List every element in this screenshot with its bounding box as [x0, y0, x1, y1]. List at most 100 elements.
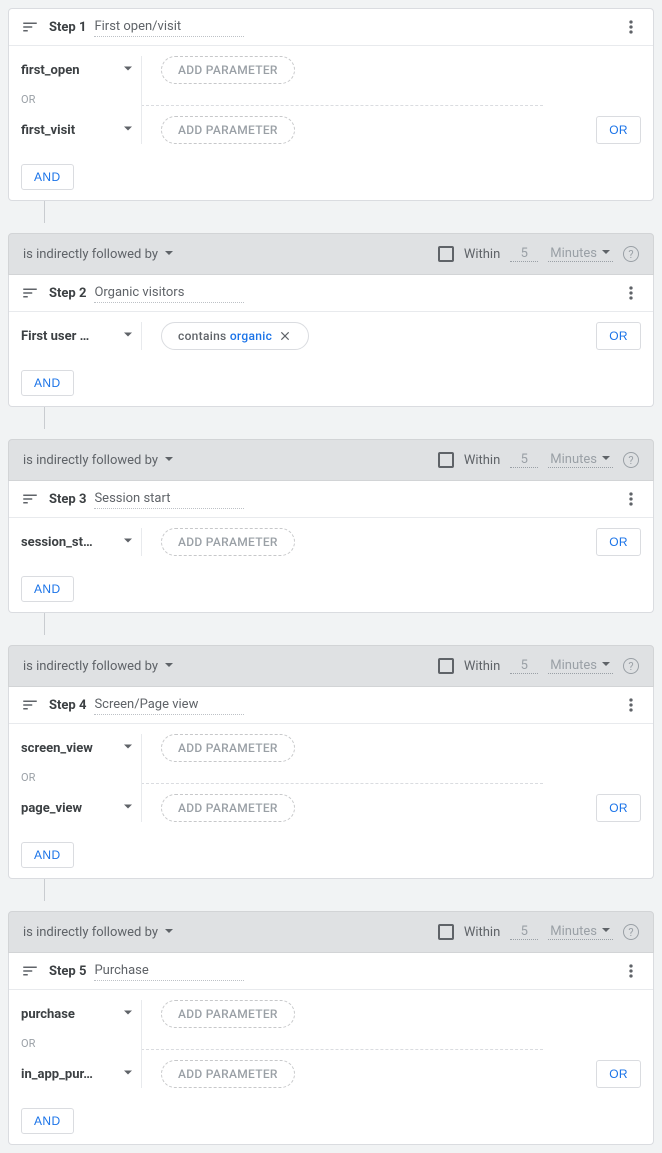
- within-checkbox[interactable]: [438, 658, 454, 674]
- dimension-name: first_open: [21, 63, 80, 78]
- chevron-down-icon: [123, 536, 133, 546]
- sort-icon: [21, 962, 39, 980]
- within-checkbox[interactable]: [438, 246, 454, 262]
- followed-by-select[interactable]: is indirectly followed by: [23, 453, 273, 468]
- time-unit-select[interactable]: Minutes: [548, 924, 613, 940]
- dimension-select[interactable]: purchase: [21, 1006, 141, 1021]
- or-separator: OR: [9, 1038, 653, 1049]
- chevron-down-icon: [164, 926, 174, 936]
- add-parameter-chip[interactable]: ADD PARAMETER: [161, 116, 295, 144]
- connector-line: [44, 201, 654, 223]
- step-label: Step 2: [49, 286, 86, 301]
- and-button[interactable]: AND: [21, 164, 74, 190]
- and-row: AND: [9, 154, 653, 200]
- parameter-chip[interactable]: contains organic: [161, 322, 309, 350]
- followed-by-bar: is indirectly followed by Within 5 Minut…: [8, 233, 654, 275]
- or-button[interactable]: OR: [596, 794, 641, 822]
- dimension-select[interactable]: in_app_pur…: [21, 1066, 141, 1081]
- within-value[interactable]: 5: [510, 924, 538, 940]
- help-icon[interactable]: ?: [623, 452, 639, 468]
- time-unit-select[interactable]: Minutes: [548, 658, 613, 674]
- followed-by-bar: is indirectly followed by Within 5 Minut…: [8, 911, 654, 953]
- and-button[interactable]: AND: [21, 370, 74, 396]
- followed-by-label: is indirectly followed by: [23, 925, 158, 940]
- more-vert-icon[interactable]: [621, 489, 641, 509]
- followed-by-select[interactable]: is indirectly followed by: [23, 659, 273, 674]
- dimension-select[interactable]: first_open: [21, 62, 141, 77]
- within-checkbox[interactable]: [438, 452, 454, 468]
- step-header: Step 4 Screen/Page view: [9, 687, 653, 724]
- and-button[interactable]: AND: [21, 842, 74, 868]
- dimension-select[interactable]: page_view: [21, 800, 141, 815]
- condition-row: page_view ADD PARAMETER OR: [9, 784, 653, 832]
- dimension-name: purchase: [21, 1007, 75, 1022]
- help-icon[interactable]: ?: [623, 924, 639, 940]
- step-label: Step 4: [49, 698, 86, 713]
- dimension-name: screen_view: [21, 741, 93, 756]
- step-title-input[interactable]: First open/visit: [94, 17, 244, 37]
- step-header: Step 3 Session start: [9, 481, 653, 518]
- followed-by-select[interactable]: is indirectly followed by: [23, 247, 273, 262]
- more-vert-icon[interactable]: [621, 283, 641, 303]
- and-row: AND: [9, 832, 653, 878]
- step-card: Step 2 Organic visitors First user … con…: [8, 275, 654, 407]
- followed-by-select[interactable]: is indirectly followed by: [23, 925, 273, 940]
- time-unit-select[interactable]: Minutes: [548, 452, 613, 468]
- help-icon[interactable]: ?: [623, 658, 639, 674]
- parameter-chip-text: contains organic: [178, 329, 272, 343]
- within-label: Within: [464, 925, 500, 940]
- or-button[interactable]: OR: [596, 528, 641, 556]
- within-value[interactable]: 5: [510, 246, 538, 262]
- or-button[interactable]: OR: [596, 1060, 641, 1088]
- step-title-input[interactable]: Screen/Page view: [94, 695, 244, 715]
- step-title-input[interactable]: Organic visitors: [94, 283, 244, 303]
- time-unit-label: Minutes: [550, 246, 597, 261]
- close-icon[interactable]: [278, 329, 292, 343]
- dimension-select[interactable]: First user …: [21, 328, 141, 343]
- dimension-name: page_view: [21, 801, 82, 816]
- time-unit-select[interactable]: Minutes: [548, 246, 613, 262]
- within-value[interactable]: 5: [510, 452, 538, 468]
- dimension-name: First user …: [21, 329, 89, 344]
- add-parameter-chip[interactable]: ADD PARAMETER: [161, 1060, 295, 1088]
- more-vert-icon[interactable]: [621, 695, 641, 715]
- connector-line: [44, 613, 654, 635]
- more-vert-icon[interactable]: [621, 961, 641, 981]
- chevron-down-icon: [164, 248, 174, 258]
- help-icon[interactable]: ?: [623, 246, 639, 262]
- followed-by-label: is indirectly followed by: [23, 453, 158, 468]
- step-title-input[interactable]: Purchase: [94, 961, 244, 981]
- dimension-select[interactable]: session_st…: [21, 534, 141, 549]
- or-button[interactable]: OR: [596, 322, 641, 350]
- connector-line: [44, 407, 654, 429]
- add-parameter-chip[interactable]: ADD PARAMETER: [161, 56, 295, 84]
- add-parameter-chip[interactable]: ADD PARAMETER: [161, 794, 295, 822]
- chevron-down-icon: [123, 1068, 133, 1078]
- sort-icon: [21, 696, 39, 714]
- add-parameter-chip[interactable]: ADD PARAMETER: [161, 734, 295, 762]
- step-title-input[interactable]: Session start: [94, 489, 244, 509]
- time-unit-label: Minutes: [550, 452, 597, 467]
- divider-line: [141, 734, 142, 822]
- followed-by-label: is indirectly followed by: [23, 659, 158, 674]
- add-parameter-chip[interactable]: ADD PARAMETER: [161, 1000, 295, 1028]
- chevron-down-icon: [123, 802, 133, 812]
- add-parameter-chip[interactable]: ADD PARAMETER: [161, 528, 295, 556]
- within-checkbox[interactable]: [438, 924, 454, 940]
- followed-by-label: is indirectly followed by: [23, 247, 158, 262]
- connector-line: [44, 879, 654, 901]
- and-button[interactable]: AND: [21, 576, 74, 602]
- within-label: Within: [464, 247, 500, 262]
- chevron-down-icon: [123, 1008, 133, 1018]
- within-label: Within: [464, 659, 500, 674]
- chevron-down-icon: [601, 453, 611, 463]
- or-button[interactable]: OR: [596, 116, 641, 144]
- within-value[interactable]: 5: [510, 658, 538, 674]
- divider-line: [141, 56, 142, 144]
- more-vert-icon[interactable]: [621, 17, 641, 37]
- chevron-down-icon: [164, 660, 174, 670]
- chevron-down-icon: [123, 124, 133, 134]
- dimension-select[interactable]: first_visit: [21, 122, 141, 137]
- dimension-select[interactable]: screen_view: [21, 740, 141, 755]
- and-button[interactable]: AND: [21, 1108, 74, 1134]
